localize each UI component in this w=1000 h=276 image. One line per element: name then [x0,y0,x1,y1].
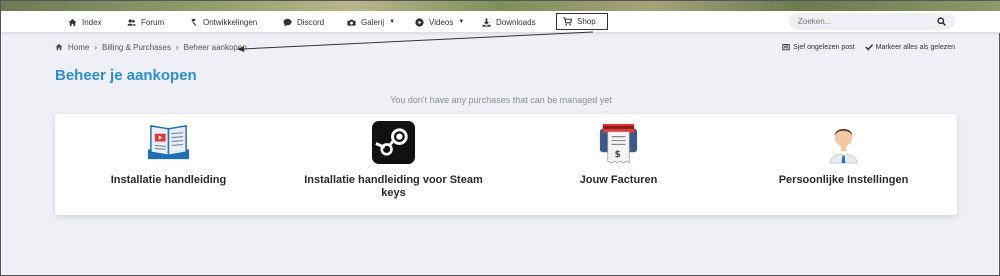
tile-steam-guide[interactable]: Installatie handleiding voor Steam keys [281,114,506,215]
nav-forum[interactable]: Forum [127,11,164,33]
nav-ontwikkelingen[interactable]: Ontwikkelingen [189,11,257,33]
nav-videos-label: Videos [429,17,454,27]
nav-ontwikkelingen-label: Ontwikkelingen [203,17,258,27]
search-icon[interactable] [937,17,946,26]
mark-all-read-link[interactable]: Markeer alles als gelezen [864,43,955,51]
home-icon [68,18,77,26]
book-icon [147,125,190,160]
document-icon [782,44,790,51]
play-icon [415,17,424,27]
nav-downloads[interactable]: Downloads [482,11,536,33]
page-title: Beheer je aankopen [55,67,197,84]
empty-notice: You don't have any purchases that can be… [390,95,612,105]
cart-icon [563,17,572,26]
svg-text:$: $ [615,150,621,160]
header-banner [1,1,1000,11]
options-card: Installatie handleiding Installatie hand… [55,114,957,215]
nav-index[interactable]: Index [68,11,102,33]
breadcrumb-home[interactable]: Home [68,43,89,52]
chevron-down-icon: ▼ [458,19,465,25]
nav-shop-label: Shop [577,17,596,26]
unread-posts-link[interactable]: Sjef ongelezen post [782,43,855,51]
chevron-right-icon: › [175,42,179,52]
person-icon [829,128,858,164]
chevron-right-icon: › [94,42,98,52]
users-icon [127,18,136,26]
search-placeholder: Zoeken... [798,17,832,26]
invoice-icon: $ [599,123,638,164]
chevron-down-icon: ▼ [389,19,396,25]
camera-icon [347,19,356,26]
breadcrumb-current[interactable]: Beheer aankopen [184,43,247,52]
mark-all-read-label: Markeer alles als gelezen [875,43,955,51]
steam-icon [371,120,416,165]
thread-actions: Sjef ongelezen post Markeer alles als ge… [782,41,955,53]
tile-personal-settings-label: Persoonlijke Instellingen [778,174,909,186]
download-icon [482,17,491,27]
tile-invoices-label: Jouw Facturen [579,174,658,186]
nav-galerij-label: Galerij [361,17,385,27]
check-icon [864,44,873,51]
home-icon [55,43,63,51]
tile-installation-guide[interactable]: Installatie handleiding [56,114,281,215]
nav-downloads-label: Downloads [496,17,536,27]
breadcrumb-billing[interactable]: Billing & Purchases [102,43,171,52]
nav-forum-label: Forum [141,17,165,27]
chat-icon [283,18,292,27]
search-input[interactable]: Zoeken... [789,13,955,30]
tile-invoices[interactable]: $ Jouw Facturen [506,114,731,215]
nav-galerij[interactable]: Galerij ▼ [347,11,395,33]
nav-index-label: Index [82,17,102,27]
tile-steam-guide-label: Installatie handleiding voor Steam keys [304,174,483,199]
nav-discord-label: Discord [297,17,325,27]
nav-discord[interactable]: Discord [283,11,324,33]
nav-videos[interactable]: Videos ▼ [415,11,464,33]
breadcrumb: Home › Billing & Purchases › Beheer aank… [55,41,247,53]
unread-posts-label: Sjef ongelezen post [793,43,855,51]
tile-installation-guide-label: Installatie handleiding [110,174,227,186]
hammer-icon [191,18,197,26]
nav-shop[interactable]: Shop [556,13,608,30]
top-navbar: Index Forum Ontwikkelingen Discord Galer… [1,11,1000,33]
tile-personal-settings[interactable]: Persoonlijke Instellingen [731,114,956,215]
